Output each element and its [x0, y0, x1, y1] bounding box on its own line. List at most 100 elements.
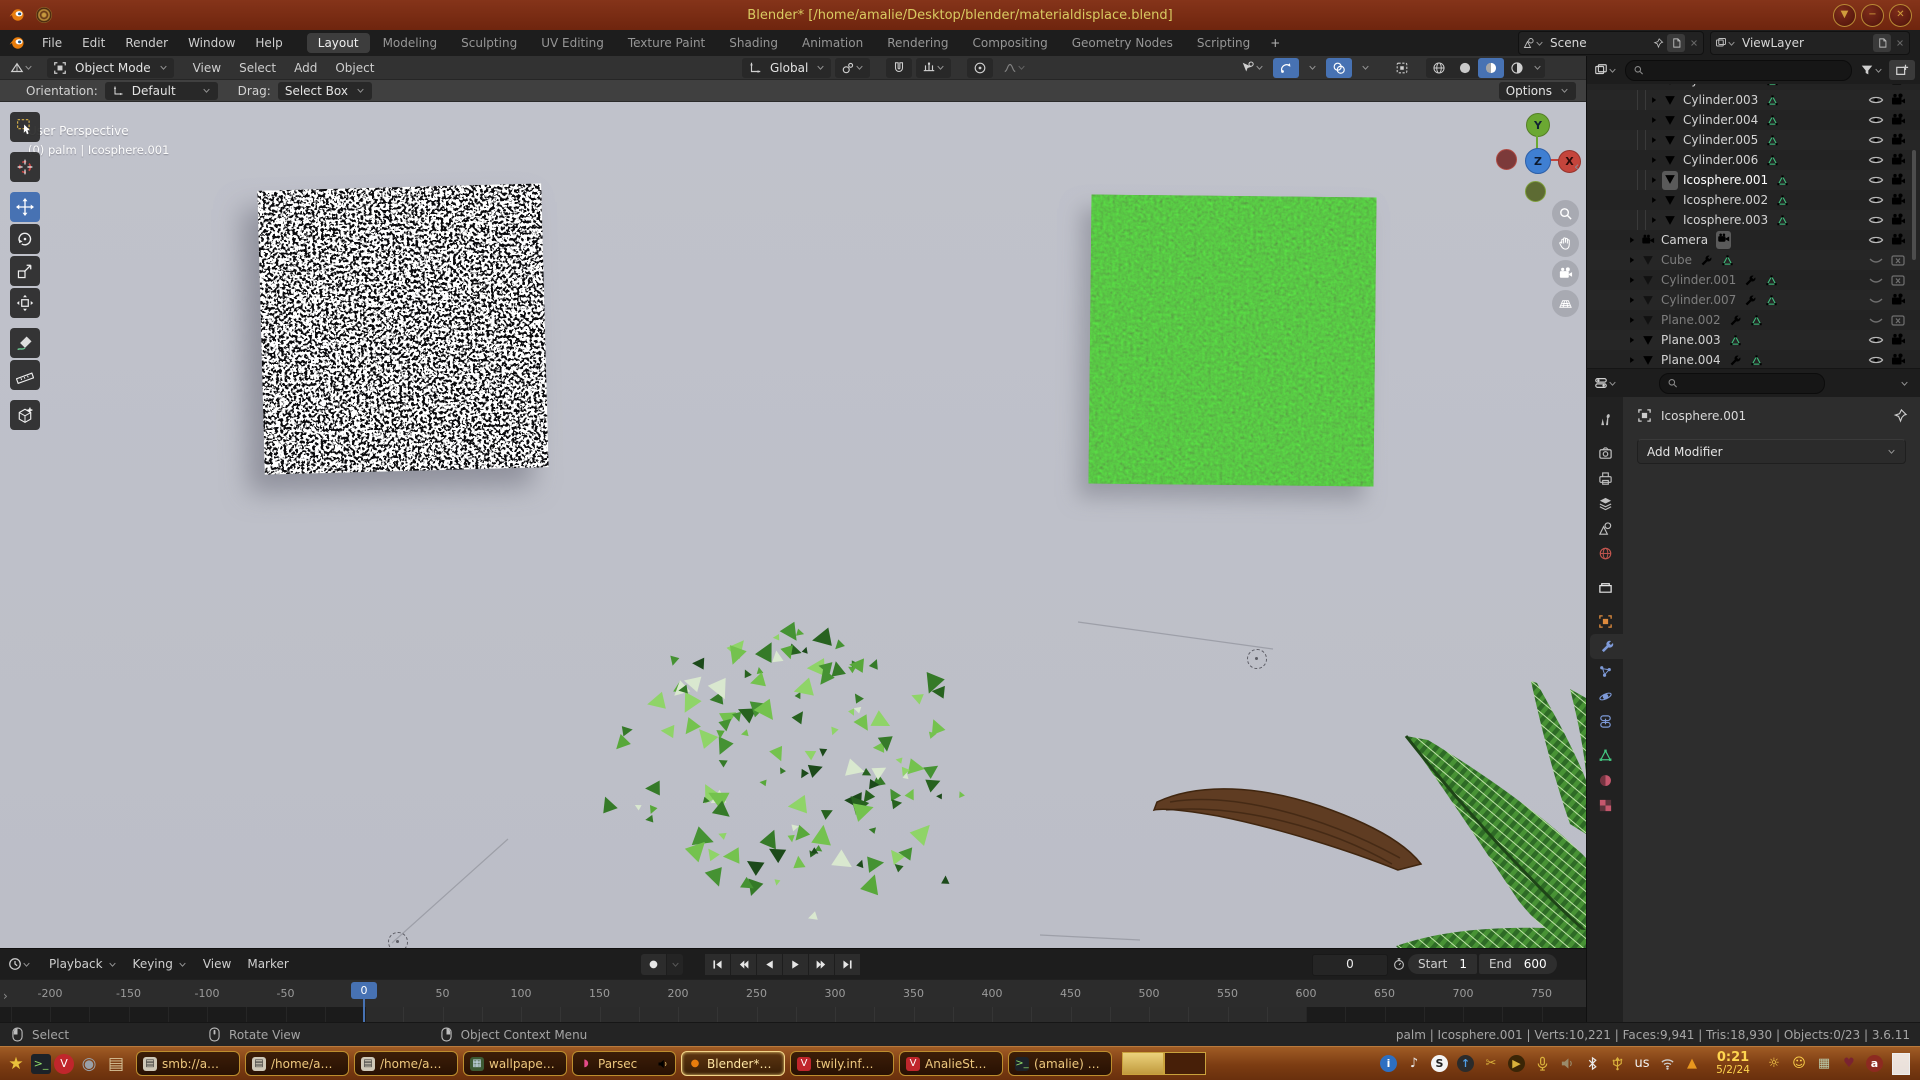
- render-visibility-icon[interactable]: [1890, 252, 1906, 268]
- camera-view-button[interactable]: [1552, 260, 1579, 287]
- visibility-eye-icon[interactable]: [1868, 152, 1884, 168]
- mode-dropdown[interactable]: Object Mode: [47, 58, 174, 78]
- transport-jump-start-button[interactable]: [705, 954, 730, 975]
- transport-next-keyframe-button[interactable]: [809, 954, 834, 975]
- ortho-perspective-button[interactable]: [1552, 290, 1579, 317]
- render-visibility-icon[interactable]: [1890, 92, 1906, 108]
- launcher-menu-star[interactable]: ★: [4, 1052, 28, 1076]
- frame-start-field[interactable]: Start1: [1408, 954, 1477, 974]
- pager-workspace-2[interactable]: [1164, 1052, 1206, 1075]
- pager-workspace-1[interactable]: [1122, 1052, 1164, 1075]
- gizmo-axis-x-neg[interactable]: [1496, 149, 1517, 170]
- tray-bluetooth[interactable]: [1584, 1055, 1600, 1073]
- render-visibility-icon[interactable]: [1890, 292, 1906, 308]
- playhead-marker[interactable]: 0: [351, 982, 377, 999]
- outliner-row-cylinder.006[interactable]: Cylinder.006: [1587, 150, 1920, 170]
- shade-button[interactable]: ▼: [1833, 4, 1856, 27]
- tab-scripting[interactable]: Scripting: [1186, 33, 1261, 53]
- timeline-menu-marker[interactable]: Marker: [239, 957, 296, 971]
- viewport-3d[interactable]: User Perspective (0) palm | Icosphere.00…: [0, 102, 1586, 948]
- render-visibility-icon[interactable]: [1890, 112, 1906, 128]
- properties-tab-material[interactable]: [1590, 768, 1620, 793]
- frame-end-field[interactable]: End600: [1479, 954, 1557, 974]
- close-button[interactable]: ✕: [1889, 4, 1912, 27]
- tray-wallet[interactable]: ♥: [1841, 1055, 1857, 1073]
- render-visibility-icon[interactable]: [1890, 192, 1906, 208]
- visibility-eye-icon[interactable]: [1868, 92, 1884, 108]
- launcher-browser[interactable]: ◉: [77, 1052, 101, 1076]
- transport-play-button[interactable]: [783, 954, 808, 975]
- task-wallpape-[interactable]: ▦wallpape…: [463, 1051, 567, 1076]
- transport-jump-end-button[interactable]: [835, 954, 860, 975]
- outliner-row-camera[interactable]: Camera: [1587, 230, 1920, 250]
- render-visibility-icon[interactable]: [1890, 272, 1906, 288]
- task--amalie-[interactable]: >_(amalie) …: [1008, 1051, 1112, 1076]
- tab-animation[interactable]: Animation: [791, 33, 874, 53]
- timeline-menu-keying[interactable]: Keying: [125, 957, 195, 971]
- shading-dropdown[interactable]: [1530, 58, 1545, 78]
- visibility-eye-icon[interactable]: [1868, 212, 1884, 228]
- render-visibility-icon[interactable]: [1890, 152, 1906, 168]
- falloff-dropdown[interactable]: [997, 58, 1032, 78]
- outliner-row-cylinder.004[interactable]: Cylinder.004: [1587, 110, 1920, 130]
- visibility-eye-icon[interactable]: [1868, 192, 1884, 208]
- tab-compositing[interactable]: Compositing: [961, 33, 1058, 53]
- properties-tab-output[interactable]: [1590, 466, 1620, 491]
- outliner-row-cylinder.003[interactable]: Cylinder.003: [1587, 90, 1920, 110]
- tab-modeling[interactable]: Modeling: [372, 33, 449, 53]
- timeline-menu-view[interactable]: View: [195, 957, 239, 971]
- timeline-editor-type[interactable]: [6, 954, 33, 974]
- visibility-eye-icon[interactable]: [1868, 272, 1884, 288]
- remove-view-layer-icon[interactable]: [1895, 37, 1905, 49]
- outliner-row-plane.004[interactable]: Plane.004: [1587, 350, 1920, 368]
- shading-wireframe-button[interactable]: [1426, 58, 1452, 78]
- tool-annotate[interactable]: [10, 328, 40, 358]
- launcher-file-cabinet[interactable]: ▤: [104, 1052, 128, 1076]
- pivot-point-dropdown[interactable]: [835, 58, 870, 78]
- show-gizmo-toggle[interactable]: [1273, 58, 1299, 78]
- tray-usb[interactable]: [1609, 1055, 1625, 1073]
- timeline-menu-playback[interactable]: Playback: [41, 957, 125, 971]
- task-blender-[interactable]: ●Blender*…: [681, 1051, 785, 1076]
- orientation-dropdown[interactable]: Default: [105, 82, 218, 100]
- outliner-row-cube[interactable]: Cube: [1587, 250, 1920, 270]
- render-visibility-icon[interactable]: [1890, 332, 1906, 348]
- visibility-eye-icon[interactable]: [1868, 112, 1884, 128]
- gizmo-axis-y[interactable]: Y: [1526, 113, 1550, 137]
- viewport-menu-select[interactable]: Select: [230, 61, 285, 75]
- tray-voice[interactable]: [1534, 1055, 1550, 1073]
- properties-tab-constraints[interactable]: [1590, 709, 1620, 734]
- properties-tab-object-data[interactable]: [1590, 743, 1620, 768]
- tray-upload[interactable]: ↑: [1457, 1055, 1474, 1072]
- outliner-row-icosphere.003[interactable]: Icosphere.003: [1587, 210, 1920, 230]
- properties-options-dropdown[interactable]: [1894, 373, 1915, 393]
- tab-sculpting[interactable]: Sculpting: [450, 33, 528, 53]
- properties-tab-world[interactable]: [1590, 541, 1620, 566]
- keying-set-dropdown[interactable]: [667, 954, 683, 975]
- tray-media-play[interactable]: ▶: [1508, 1055, 1525, 1072]
- tool-rotate[interactable]: [10, 224, 40, 254]
- tab-uv-editing[interactable]: UV Editing: [530, 33, 615, 53]
- properties-tab-physics[interactable]: [1590, 684, 1620, 709]
- add-modifier-dropdown[interactable]: Add Modifier: [1637, 439, 1906, 464]
- outliner-row-icosphere.001[interactable]: Icosphere.001: [1587, 170, 1920, 190]
- tool-add-cube[interactable]: [10, 400, 40, 430]
- snap-settings-dropdown[interactable]: [916, 58, 951, 78]
- render-visibility-icon[interactable]: [1890, 172, 1906, 188]
- tray-calculator[interactable]: ▦: [1816, 1055, 1832, 1073]
- tool-select-box[interactable]: [10, 112, 40, 142]
- outliner-row-icosphere.002[interactable]: Icosphere.002: [1587, 190, 1920, 210]
- palm-frond-bottom[interactable]: [1396, 928, 1586, 948]
- properties-editor-type[interactable]: [1592, 373, 1619, 393]
- pin-icon[interactable]: [1653, 37, 1664, 49]
- filter-dropdown[interactable]: [1858, 60, 1885, 80]
- launcher-terminal[interactable]: >_: [31, 1054, 51, 1074]
- menu-help[interactable]: Help: [245, 36, 292, 50]
- tray-info[interactable]: i: [1380, 1055, 1397, 1072]
- transform-orientation-dropdown[interactable]: Global: [742, 58, 831, 78]
- show-desktop-button[interactable]: [1892, 1053, 1910, 1075]
- outliner-row-cylinder.007[interactable]: Cylinder.007: [1587, 290, 1920, 310]
- view-layer-selector[interactable]: ViewLayer: [1710, 31, 1910, 55]
- tool-scale[interactable]: [10, 256, 40, 286]
- show-overlays-toggle[interactable]: [1326, 58, 1352, 78]
